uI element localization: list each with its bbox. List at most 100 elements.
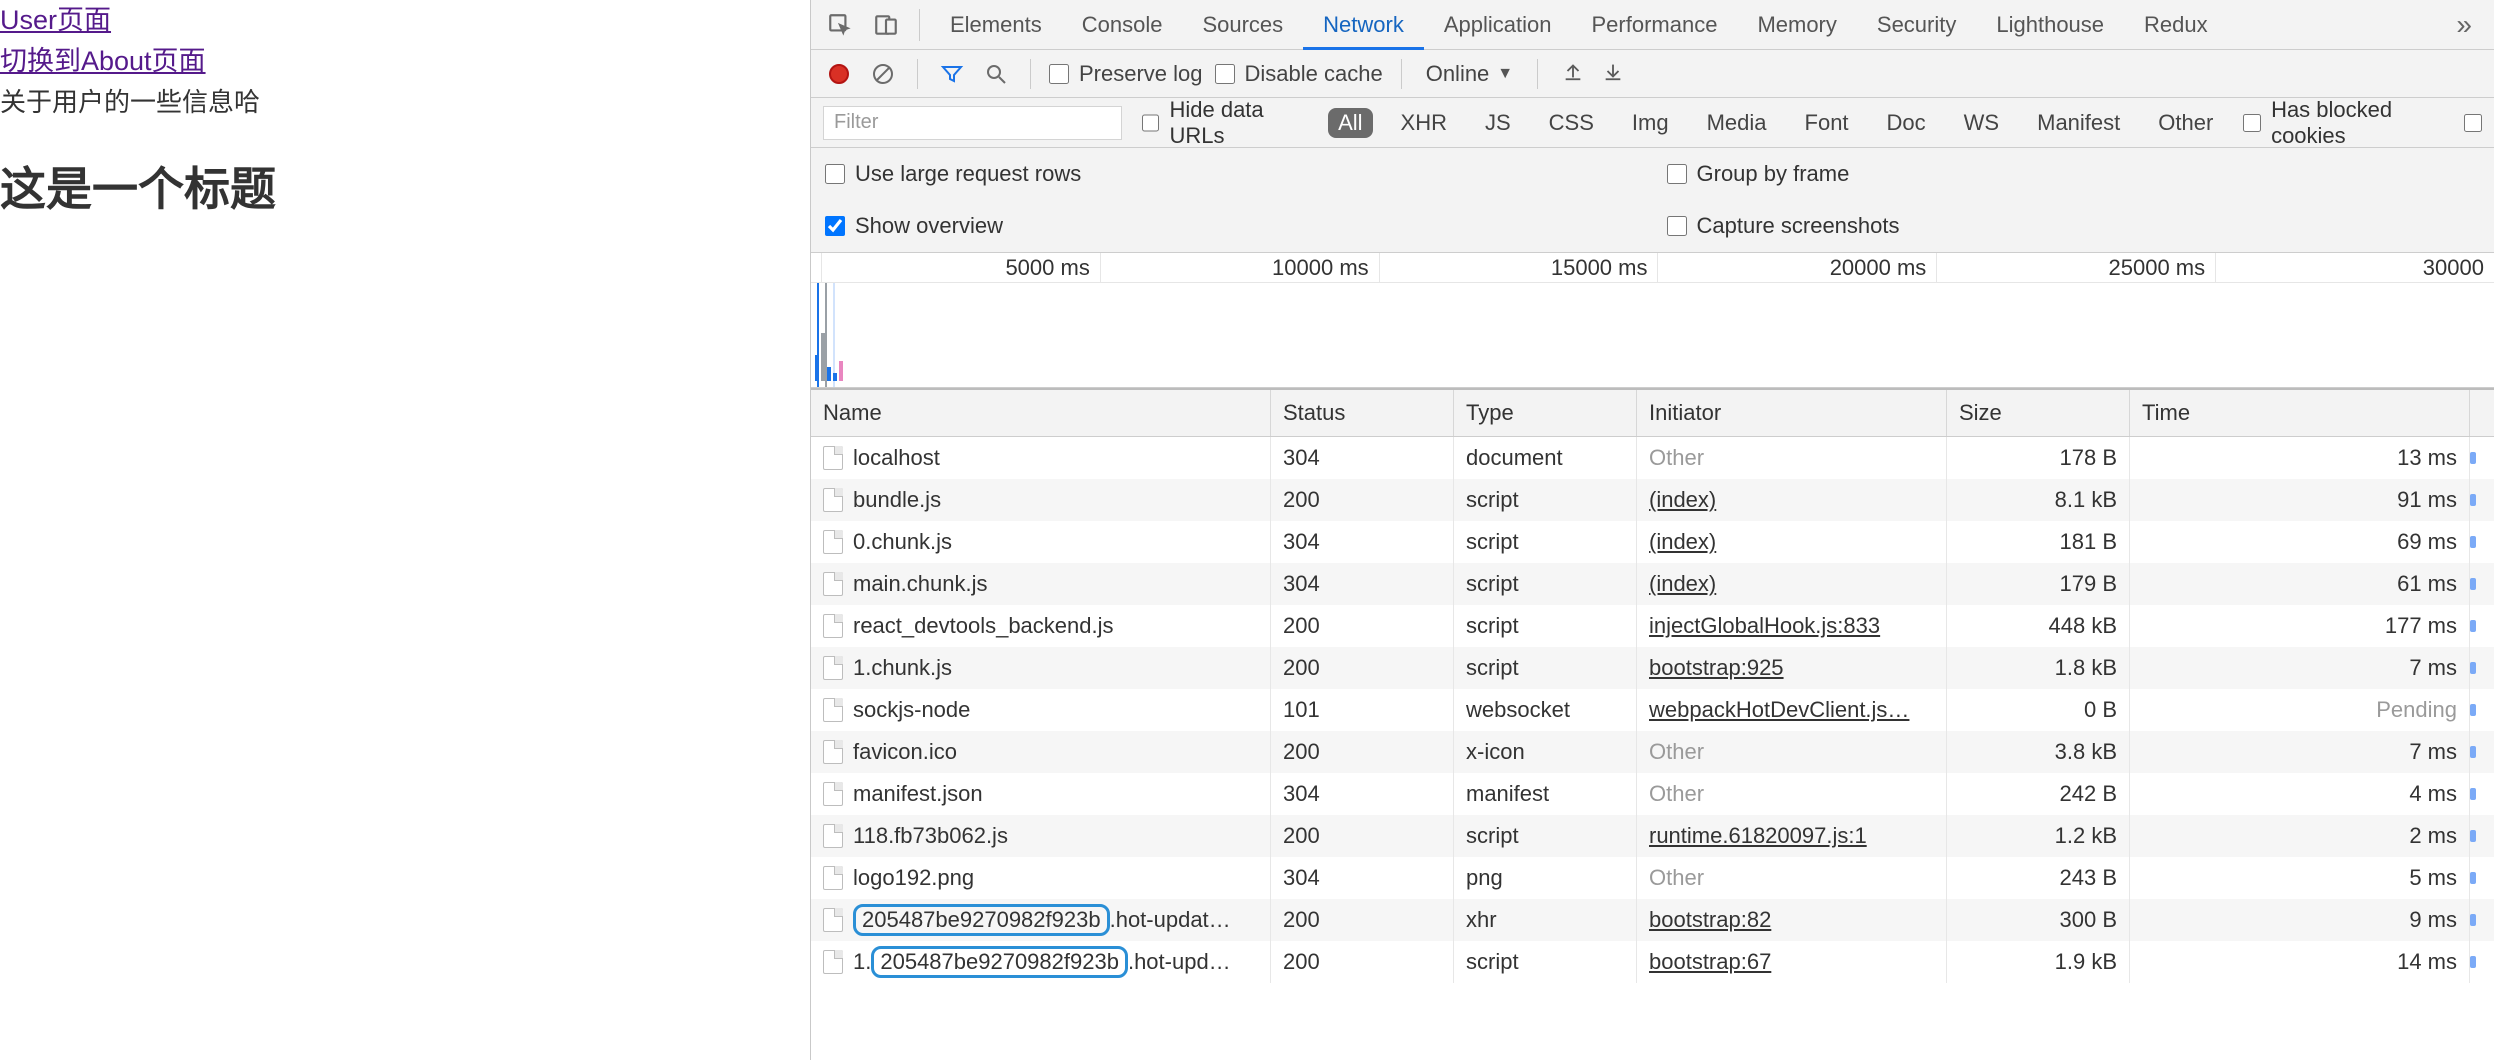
request-initiator[interactable]: (index) [1637, 521, 1947, 563]
filter-icon[interactable] [936, 58, 968, 90]
throttle-select[interactable]: Online ▼ [1420, 61, 1519, 87]
filter-type-media[interactable]: Media [1697, 108, 1777, 138]
col-name[interactable]: Name [811, 390, 1271, 436]
request-initiator[interactable]: webpackHotDevClient.js… [1637, 689, 1947, 731]
record-icon[interactable] [829, 64, 849, 84]
request-time: 177 ms [2130, 605, 2470, 647]
col-time[interactable]: Time [2130, 390, 2470, 436]
filter-type-manifest[interactable]: Manifest [2027, 108, 2130, 138]
table-row[interactable]: localhost304documentOther178 B13 ms [811, 437, 2494, 479]
divider [1030, 59, 1031, 89]
tab-redux[interactable]: Redux [2124, 0, 2228, 50]
request-type: manifest [1454, 773, 1637, 815]
tab-memory[interactable]: Memory [1737, 0, 1856, 50]
upload-har-icon[interactable] [1562, 60, 1584, 88]
request-size: 1.2 kB [1947, 815, 2130, 857]
request-size: 8.1 kB [1947, 479, 2130, 521]
filter-type-doc[interactable]: Doc [1877, 108, 1936, 138]
search-icon[interactable] [980, 58, 1012, 90]
request-initiator[interactable]: bootstrap:925 [1637, 647, 1947, 689]
file-icon [823, 908, 843, 932]
timeline-overview[interactable]: 5000 ms10000 ms15000 ms20000 ms25000 ms3… [811, 253, 2494, 388]
col-type[interactable]: Type [1454, 390, 1637, 436]
tab-application[interactable]: Application [1424, 0, 1572, 50]
request-size: 178 B [1947, 437, 2130, 479]
filter-type-all[interactable]: All [1328, 108, 1372, 138]
table-row[interactable]: 205487be9270982f923b.hot-updat…200xhrboo… [811, 899, 2494, 941]
tab-security[interactable]: Security [1857, 0, 1976, 50]
col-size[interactable]: Size [1947, 390, 2130, 436]
waterfall-cell [2470, 563, 2494, 605]
has-blocked-cookies-checkbox[interactable]: Has blocked cookies [2243, 97, 2450, 149]
download-har-icon[interactable] [1602, 60, 1624, 88]
inspect-element-icon[interactable] [821, 6, 859, 44]
tab-lighthouse[interactable]: Lighthouse [1976, 0, 2124, 50]
table-row[interactable]: 0.chunk.js304script(index)181 B69 ms [811, 521, 2494, 563]
table-row[interactable]: sockjs-node101websocketwebpackHotDevClie… [811, 689, 2494, 731]
divider [1401, 59, 1402, 89]
table-row[interactable]: bundle.js200script(index)8.1 kB91 ms [811, 479, 2494, 521]
filter-type-img[interactable]: Img [1622, 108, 1679, 138]
request-type: script [1454, 521, 1637, 563]
table-row[interactable]: 118.fb73b062.js200scriptruntime.61820097… [811, 815, 2494, 857]
col-status[interactable]: Status [1271, 390, 1454, 436]
table-row[interactable]: manifest.json304manifestOther242 B4 ms [811, 773, 2494, 815]
tab-sources[interactable]: Sources [1182, 0, 1303, 50]
user-info-text: 关于用户的一些信息哈 [0, 82, 810, 119]
request-initiator[interactable]: bootstrap:82 [1637, 899, 1947, 941]
filter-type-xhr[interactable]: XHR [1391, 108, 1457, 138]
request-initiator[interactable]: (index) [1637, 479, 1947, 521]
disable-cache-checkbox[interactable]: Disable cache [1215, 61, 1383, 87]
tab-performance[interactable]: Performance [1571, 0, 1737, 50]
table-row[interactable]: react_devtools_backend.js200scriptinject… [811, 605, 2494, 647]
waterfall-cell [2470, 605, 2494, 647]
table-row[interactable]: logo192.png304pngOther243 B5 ms [811, 857, 2494, 899]
waterfall-cell [2470, 521, 2494, 563]
file-icon [823, 950, 843, 974]
filter-type-js[interactable]: JS [1475, 108, 1521, 138]
group-by-frame-checkbox[interactable]: Group by frame [1667, 161, 1850, 187]
request-time: 91 ms [2130, 479, 2470, 521]
table-row[interactable]: 1.chunk.js200scriptbootstrap:9251.8 kB7 … [811, 647, 2494, 689]
more-tabs-icon[interactable]: » [2442, 9, 2488, 41]
request-initiator[interactable]: runtime.61820097.js:1 [1637, 815, 1947, 857]
switch-about-link[interactable]: 切换到About页面 [0, 39, 206, 78]
show-overview-label: Show overview [855, 213, 1003, 239]
waterfall-cell [2470, 899, 2494, 941]
filter-type-css[interactable]: CSS [1539, 108, 1604, 138]
col-waterfall[interactable] [2470, 390, 2494, 436]
request-size: 243 B [1947, 857, 2130, 899]
filter-type-ws[interactable]: WS [1954, 108, 2009, 138]
filter-type-other[interactable]: Other [2148, 108, 2223, 138]
request-name: bundle.js [853, 487, 941, 513]
file-icon [823, 488, 843, 512]
request-initiator[interactable]: injectGlobalHook.js:833 [1637, 605, 1947, 647]
tab-elements[interactable]: Elements [930, 0, 1062, 50]
user-page-link[interactable]: User页面 [0, 0, 111, 37]
capture-screenshots-checkbox[interactable]: Capture screenshots [1667, 213, 1900, 239]
filter-input[interactable] [823, 106, 1122, 140]
request-name: main.chunk.js [853, 571, 988, 597]
hide-data-urls-checkbox[interactable]: Hide data URLs [1142, 97, 1308, 149]
table-header[interactable]: Name Status Type Initiator Size Time [811, 388, 2494, 437]
table-row[interactable]: main.chunk.js304script(index)179 B61 ms [811, 563, 2494, 605]
device-toolbar-icon[interactable] [867, 6, 905, 44]
filter-type-font[interactable]: Font [1795, 108, 1859, 138]
large-rows-checkbox[interactable]: Use large request rows [825, 161, 1081, 187]
col-initiator[interactable]: Initiator [1637, 390, 1947, 436]
tab-console[interactable]: Console [1062, 0, 1183, 50]
clear-icon[interactable] [867, 58, 899, 90]
show-overview-checkbox[interactable]: Show overview [825, 213, 1003, 239]
request-initiator[interactable]: (index) [1637, 563, 1947, 605]
request-initiator[interactable]: bootstrap:67 [1637, 941, 1947, 983]
extra-checkbox[interactable] [2464, 113, 2482, 133]
request-time: 9 ms [2130, 899, 2470, 941]
request-initiator: Other [1637, 731, 1947, 773]
table-row[interactable]: 1.205487be9270982f923b.hot-upd…200script… [811, 941, 2494, 983]
preserve-log-checkbox[interactable]: Preserve log [1049, 61, 1203, 87]
table-row[interactable]: favicon.ico200x-iconOther3.8 kB7 ms [811, 731, 2494, 773]
divider [917, 59, 918, 89]
waterfall-cell [2470, 941, 2494, 983]
tab-network[interactable]: Network [1303, 0, 1424, 50]
file-icon [823, 656, 843, 680]
